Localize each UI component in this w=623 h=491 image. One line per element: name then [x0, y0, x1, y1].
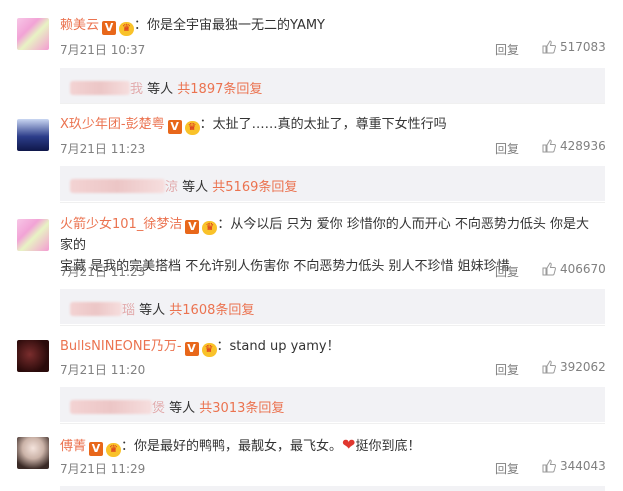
sub-replies-box[interactable]: 煲 等人 共3013条回复	[60, 387, 605, 422]
thumbs-up-icon	[542, 40, 556, 54]
sub-replies-mid: 等人	[135, 303, 170, 318]
like-button[interactable]: 517083	[542, 40, 606, 54]
like-count: 428936	[560, 139, 606, 153]
sub-replies-box[interactable]	[60, 486, 605, 491]
vip-crown-icon: ♛	[106, 443, 122, 457]
sub-replies-box[interactable]: 瑙 等人 共1608条回复	[60, 289, 605, 324]
thumbs-up-icon	[542, 139, 556, 153]
sub-replies-mid: 等人	[165, 401, 200, 416]
comment-time: 7月21日 10:37	[60, 43, 146, 57]
reply-count-link[interactable]: 共1608条回复	[169, 303, 254, 318]
comment-time: 7月21日 11:20	[60, 363, 146, 377]
divider	[60, 325, 605, 326]
like-count: 344043	[560, 459, 606, 473]
comment-text-after-emoji: 挺你到底！	[355, 439, 421, 454]
sub-replies-box[interactable]: 涼 等人 共5169条回复	[60, 166, 605, 201]
comment-body: BullsNINEONE乃万- V ♛ ：stand up yamy！	[60, 338, 340, 357]
blurred-usernames	[70, 81, 130, 95]
reply-count-link[interactable]: 共5169条回复	[212, 180, 297, 195]
reply-button[interactable]: 回复	[495, 140, 519, 157]
blurred-usernames	[70, 179, 165, 193]
commenter-name[interactable]: X玖少年团-彭楚粤	[60, 117, 165, 132]
blurred-username-tail: 瑙	[122, 303, 136, 318]
vip-crown-icon: ♛	[202, 221, 218, 235]
comment-body: X玖少年团-彭楚粤 V ♛ ：太扯了……真的太扯了，尊重下女性行吗	[60, 116, 447, 135]
comment-text: ：stand up yamy！	[216, 339, 340, 354]
comment-text: ：你是最好的鸭鸭，最靓女，最飞女。	[121, 439, 343, 454]
commenter-name[interactable]: 傅菁	[60, 439, 86, 454]
reply-button[interactable]: 回复	[495, 263, 519, 280]
blurred-usernames	[70, 302, 122, 316]
sub-replies-mid: 等人	[178, 180, 213, 195]
like-button[interactable]: 392062	[542, 360, 606, 374]
like-button[interactable]: 428936	[542, 139, 606, 153]
avatar[interactable]	[17, 340, 49, 372]
like-count: 392062	[560, 360, 606, 374]
divider	[60, 202, 605, 203]
sub-replies-summary: 涼 等人 共5169条回复	[70, 176, 297, 195]
like-count: 517083	[560, 40, 606, 54]
vip-crown-icon: ♛	[119, 22, 135, 36]
verified-badge-icon: V	[185, 220, 200, 234]
comment-body: 赖美云 V ♛ ：你是全宇宙最独一无二的YAMY	[60, 17, 325, 36]
heart-icon: ❤	[342, 435, 356, 454]
divider	[60, 423, 605, 424]
reply-button[interactable]: 回复	[495, 361, 519, 378]
sub-replies-summary: 煲 等人 共3013条回复	[70, 397, 284, 416]
verified-badge-icon: V	[167, 120, 182, 134]
commenter-name[interactable]: BullsNINEONE乃万-	[60, 339, 182, 354]
blurred-username-tail: 涼	[165, 180, 179, 195]
commenter-name[interactable]: 火箭少女101_徐梦洁	[60, 217, 182, 232]
comment-time: 7月21日 11:23	[60, 265, 146, 279]
blurred-username-tail: 煲	[152, 401, 166, 416]
avatar[interactable]	[17, 219, 49, 251]
reply-button[interactable]: 回复	[495, 460, 519, 477]
vip-crown-icon: ♛	[184, 121, 200, 135]
like-button[interactable]: 344043	[542, 459, 606, 473]
commenter-name[interactable]: 赖美云	[60, 18, 99, 33]
sub-replies-mid: 等人	[143, 82, 178, 97]
sub-replies-box[interactable]: 我 等人 共1897条回复	[60, 68, 605, 103]
divider	[60, 103, 605, 104]
thumbs-up-icon	[542, 459, 556, 473]
reply-count-link[interactable]: 共3013条回复	[199, 401, 284, 416]
avatar[interactable]	[17, 437, 49, 469]
reply-count-link[interactable]: 共1897条回复	[177, 82, 262, 97]
verified-badge-icon: V	[102, 21, 117, 35]
comment-body: 傅菁 V ♛ ：你是最好的鸭鸭，最靓女，最飞女。❤挺你到底！	[60, 436, 420, 457]
comment-time: 7月21日 11:23	[60, 142, 146, 156]
blurred-username-tail: 我	[130, 82, 144, 97]
comment-text: ：你是全宇宙最独一无二的YAMY	[134, 18, 325, 33]
thumbs-up-icon	[542, 262, 556, 276]
verified-badge-icon: V	[89, 442, 104, 456]
vip-crown-icon: ♛	[201, 343, 217, 357]
sub-replies-summary: 瑙 等人 共1608条回复	[70, 299, 254, 318]
comment-text: ：太扯了……真的太扯了，尊重下女性行吗	[199, 117, 447, 132]
like-count: 406670	[560, 262, 606, 276]
thumbs-up-icon	[542, 360, 556, 374]
blurred-usernames	[70, 400, 152, 414]
comment-time: 7月21日 11:29	[60, 462, 146, 476]
avatar[interactable]	[17, 18, 49, 50]
reply-button[interactable]: 回复	[495, 41, 519, 58]
verified-badge-icon: V	[184, 342, 199, 356]
like-button[interactable]: 406670	[542, 262, 606, 276]
avatar[interactable]	[17, 119, 49, 151]
sub-replies-summary: 我 等人 共1897条回复	[70, 78, 262, 97]
